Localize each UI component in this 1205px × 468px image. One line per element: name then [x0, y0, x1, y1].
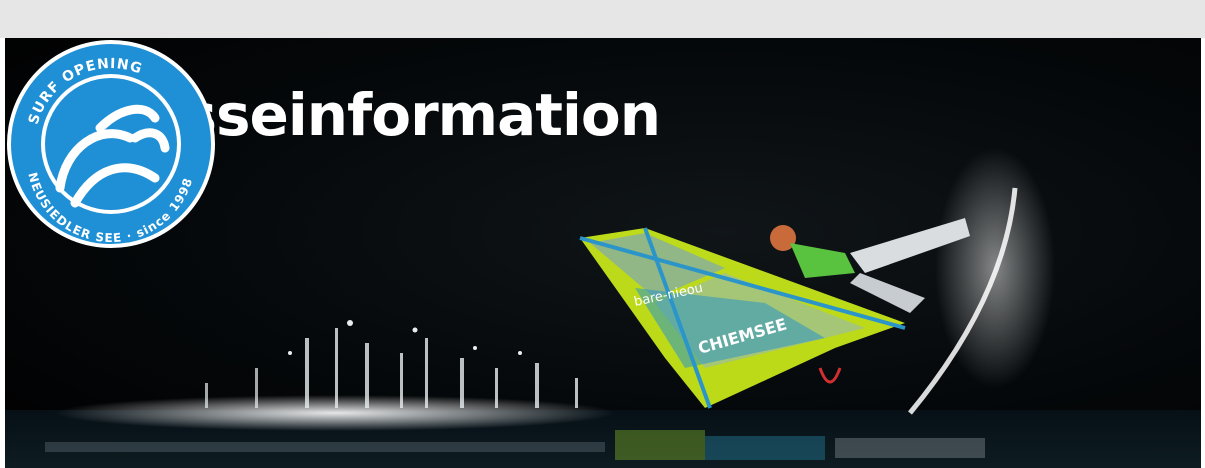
hero-banner: bare-nieou CHIEMSEE Presseinformation SU…	[5, 38, 1201, 468]
water-splash	[55, 320, 615, 431]
surf-opening-logo: SURF OPENING NEUSIEDLER SEE · since 1998	[7, 40, 215, 248]
board-spray	[908, 148, 1055, 415]
top-bar	[0, 0, 1205, 38]
